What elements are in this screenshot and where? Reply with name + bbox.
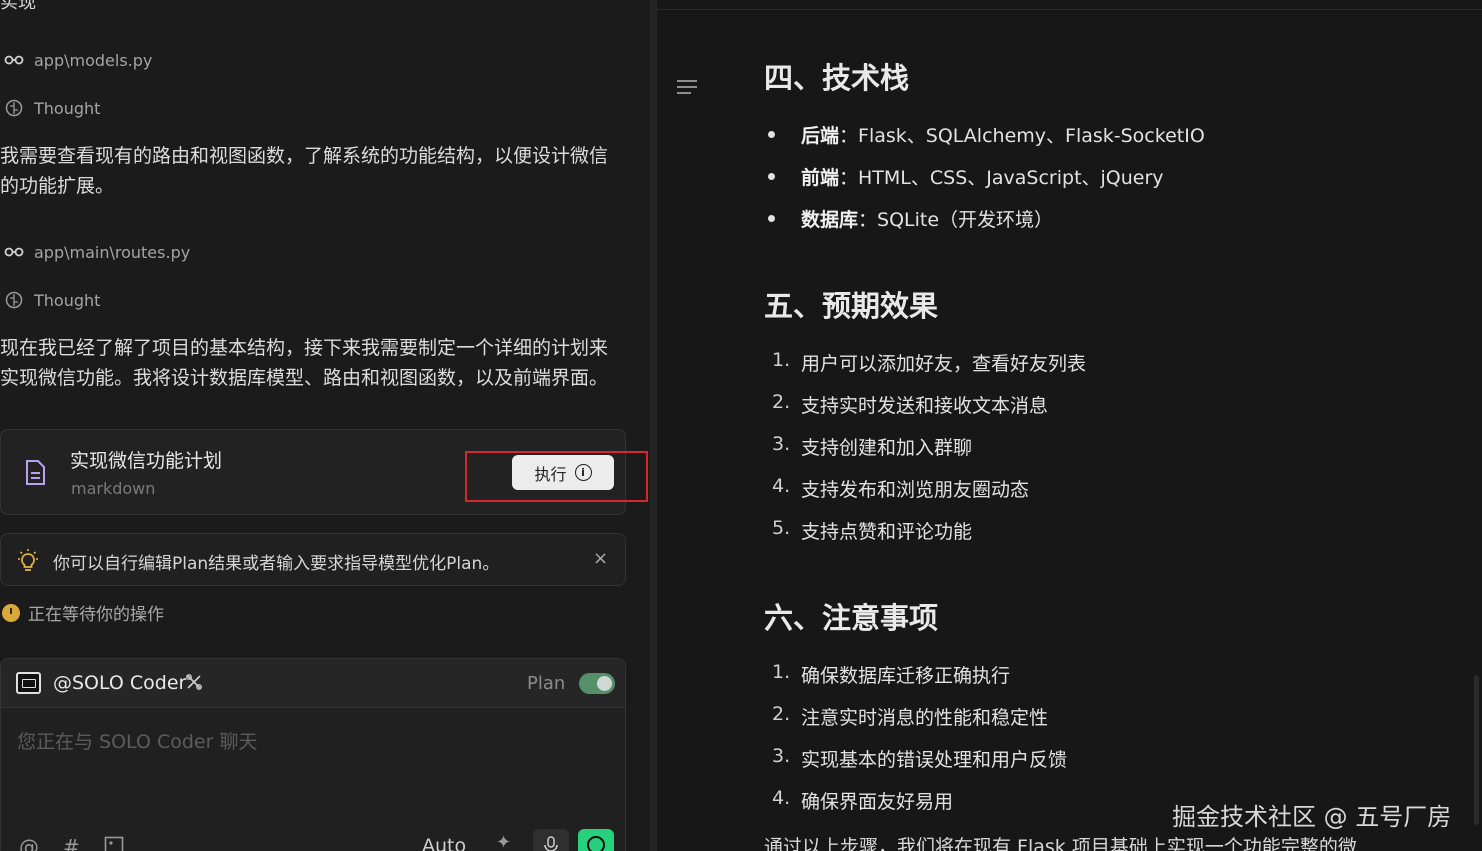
mention-icon[interactable]: @: [19, 835, 39, 851]
heading-tech-stack: 四、技术栈: [764, 61, 910, 95]
thought-row[interactable]: Thought: [4, 98, 100, 118]
tools-icon[interactable]: [185, 673, 203, 696]
heading-notes: 六、注意事项: [764, 601, 939, 635]
truncated-text: 实现: [0, 0, 36, 13]
top-border: [657, 9, 1482, 10]
tool-call-label: app\models.py: [34, 50, 153, 70]
waiting-status: 正在等待你的操作: [2, 600, 164, 625]
assistant-message: 我需要查看现有的路由和视图函数，了解系统的功能结构，以便设计微信 的功能扩展。: [0, 145, 609, 197]
send-button[interactable]: [578, 829, 614, 851]
plan-mode-label: Plan: [527, 673, 566, 694]
lightbulb-icon: [18, 549, 38, 571]
assistant-message: 现在我已经了解了项目的基本结构，接下来我需要制定一个详细的计划来 实现微信功能。…: [0, 337, 609, 389]
close-icon[interactable]: ×: [593, 548, 608, 569]
input-toolbar: @ #: [19, 835, 124, 851]
image-icon[interactable]: [104, 835, 124, 851]
chat-input-box: @SOLO Coder Plan 您正在与 SOLO Coder 聊天 @ # …: [0, 658, 626, 851]
microphone-button[interactable]: [533, 829, 569, 851]
heading-expected-results: 五、预期效果: [764, 289, 939, 323]
clock-icon: [2, 603, 20, 622]
thought-label: Thought: [34, 290, 101, 310]
bullet: [768, 173, 775, 180]
document-icon: [26, 460, 45, 485]
markdown-preview: 四、技术栈 后端：Flask、SQLAlchemy、Flask-SocketIO…: [657, 0, 1482, 851]
highlight-annotation: [465, 451, 648, 502]
hash-icon[interactable]: #: [63, 835, 80, 851]
bullet: [768, 215, 775, 222]
sparkle-icon[interactable]: ✦: [496, 832, 511, 851]
terminal-icon: [16, 672, 41, 694]
thought-row[interactable]: Thought: [4, 290, 100, 310]
outline-icon[interactable]: [677, 80, 697, 96]
glasses-icon: [4, 50, 24, 70]
chat-input[interactable]: 您正在与 SOLO Coder 聊天: [17, 727, 257, 754]
scrollbar[interactable]: [1474, 675, 1479, 825]
plan-file-type: markdown: [71, 479, 156, 498]
glasses-icon: [4, 242, 24, 262]
plan-title: 实现微信功能计划: [70, 450, 223, 472]
tool-call-label: app\main\routes.py: [34, 242, 191, 262]
model-select[interactable]: Auto: [422, 835, 466, 851]
agent-name[interactable]: @SOLO Coder: [53, 672, 186, 694]
thought-label: Thought: [34, 98, 101, 118]
waiting-label: 正在等待你的操作: [28, 605, 164, 625]
chat-header: @SOLO Coder Plan: [1, 659, 625, 708]
summary-text: 通过以上步骤，我们将在现有 Flask 项目基础上实现一个功能完整的微: [764, 836, 1357, 851]
plan-toggle[interactable]: [579, 673, 615, 694]
thought-icon: [4, 290, 24, 310]
tip-text: 你可以自行编辑Plan结果或者输入要求指导模型优化Plan。: [53, 554, 500, 574]
tip-banner: 你可以自行编辑Plan结果或者输入要求指导模型优化Plan。 ×: [0, 533, 626, 586]
bullet: [768, 131, 775, 138]
watermark: 掘金技术社区 @ 五号厂房: [1172, 803, 1452, 831]
panel-divider[interactable]: [650, 0, 657, 851]
chat-panel: 实现 app\models.py Thought 我需要查看现有的路由和视图函数…: [0, 0, 652, 851]
tool-call-models[interactable]: app\models.py: [4, 50, 152, 70]
thought-icon: [4, 98, 24, 118]
tool-call-routes[interactable]: app\main\routes.py: [4, 242, 190, 262]
